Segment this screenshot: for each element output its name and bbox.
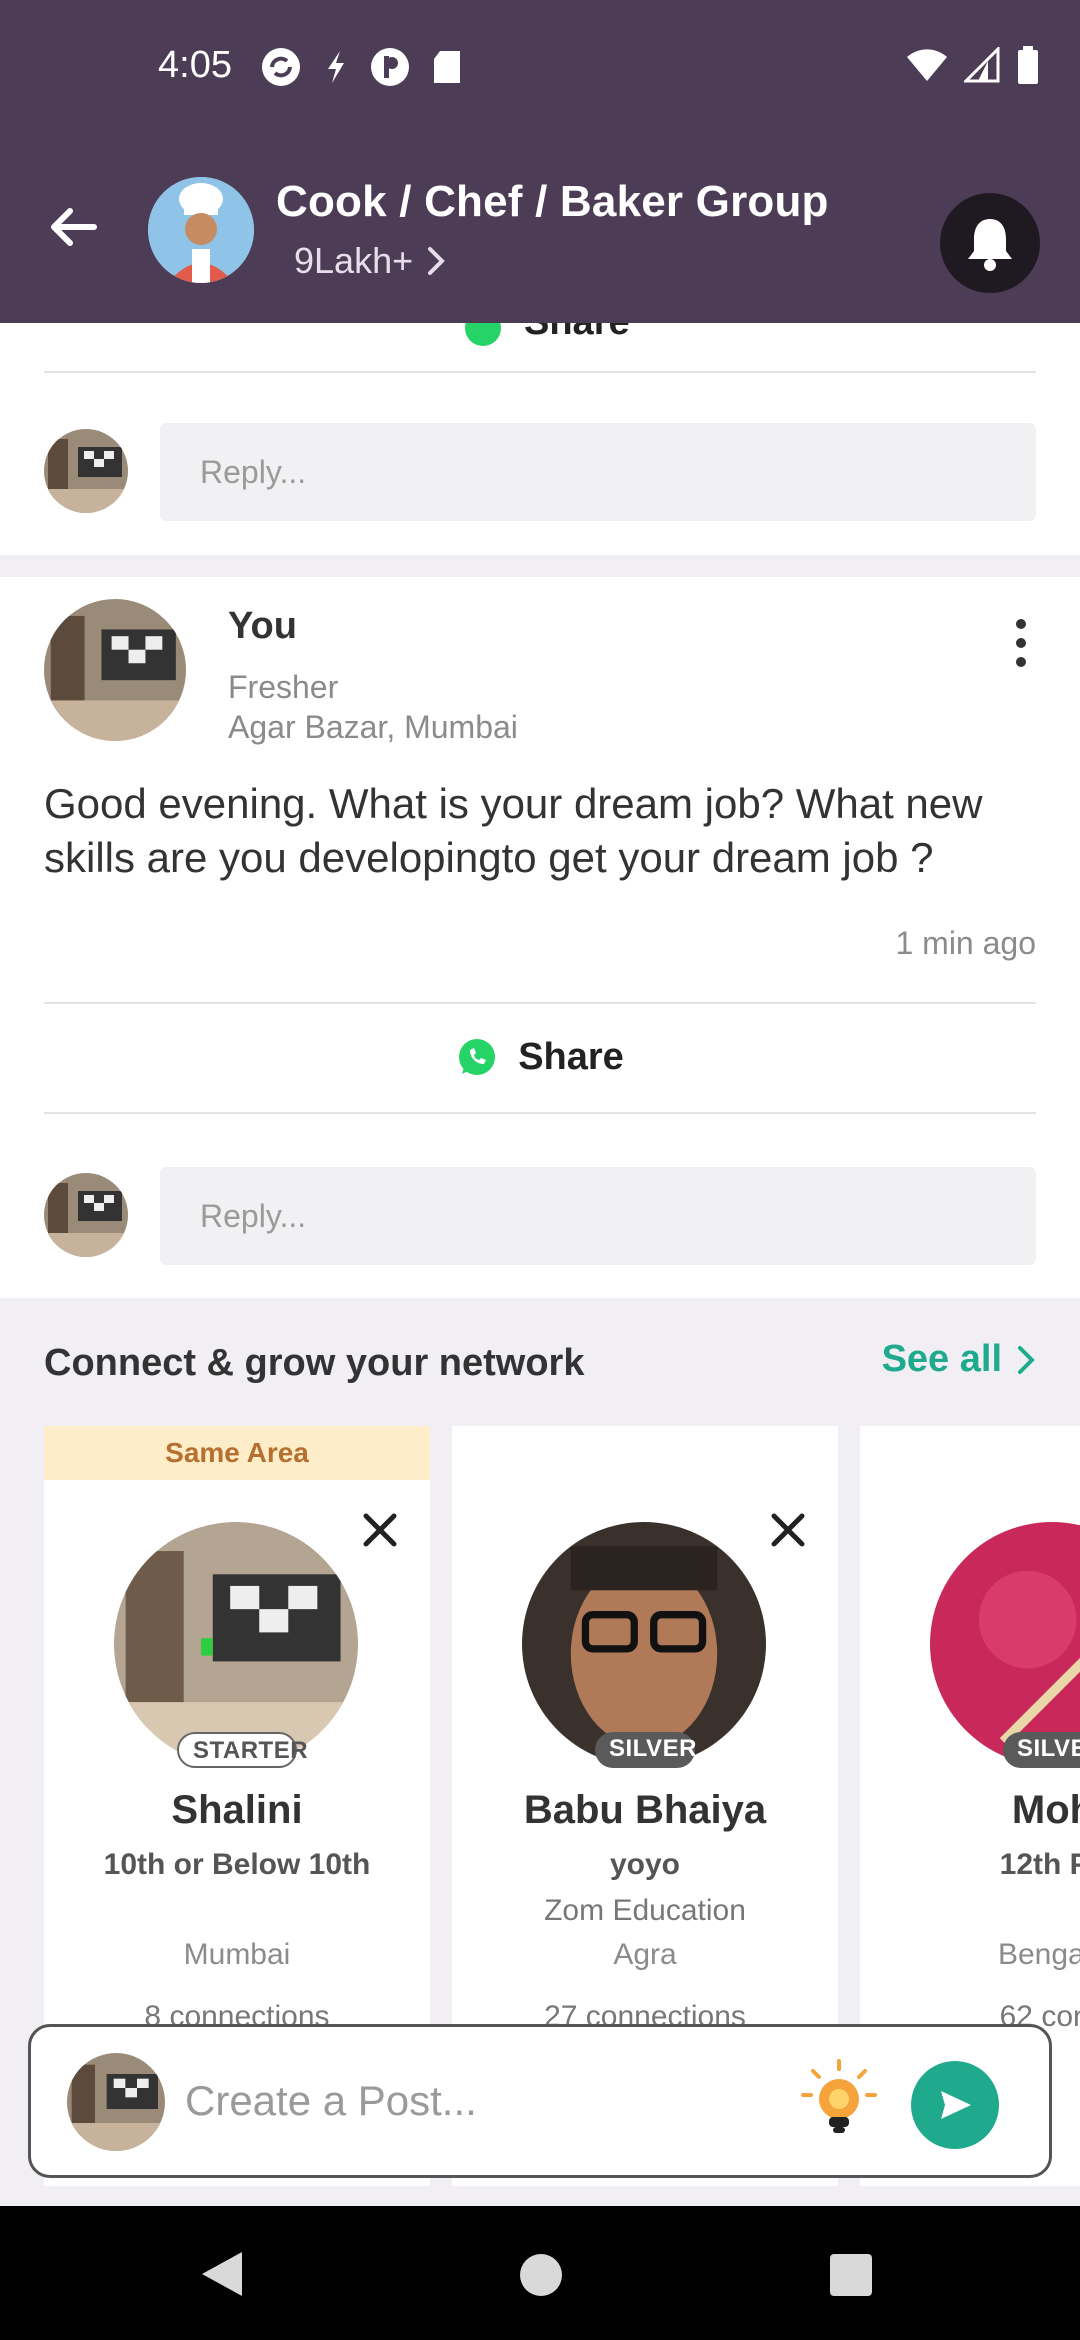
wifi-icon <box>907 49 947 81</box>
suggestion-name: Shalini <box>171 1788 303 1832</box>
suggestion-name: Moh <box>1011 1788 1080 1832</box>
silver-badge: SILVER <box>1003 1732 1080 1768</box>
lightbulb-icon[interactable] <box>791 2053 887 2149</box>
back-arrow-icon[interactable] <box>44 197 104 257</box>
room-avatar-icon <box>44 429 128 513</box>
silver-badge: SILVER <box>595 1732 696 1768</box>
suggestion-organization: Zom Education <box>544 1894 746 1927</box>
suggestion-avatar[interactable] <box>522 1522 766 1766</box>
create-post-input[interactable] <box>185 2061 785 2141</box>
network-title: Connect & grow your network <box>44 1342 585 1384</box>
chevron-right-icon <box>428 247 445 275</box>
suggestion-avatar[interactable] <box>114 1522 358 1766</box>
send-button[interactable] <box>911 2061 999 2149</box>
post-timestamp: 1 min ago <box>895 925 1036 961</box>
post-separator <box>0 555 1080 577</box>
post-card: You Fresher Agar Bazar, Mumbai Good even… <box>0 577 1080 1297</box>
previous-share-button[interactable]: Share <box>0 323 1080 373</box>
reply-input[interactable] <box>160 1167 1036 1265</box>
chef-avatar-icon <box>148 177 254 283</box>
bell-icon <box>968 219 1012 271</box>
see-all-label: See all <box>881 1338 1002 1380</box>
suggestion-city: Mumbai <box>183 1938 291 1971</box>
share-button[interactable]: Share <box>0 1002 1080 1112</box>
divider <box>44 1112 1036 1114</box>
sd-card-icon <box>434 51 460 83</box>
suggestion-education: yoyo <box>609 1848 681 1881</box>
post-text: Good evening. What is your dream job? Wh… <box>44 780 983 881</box>
close-icon[interactable] <box>768 1510 808 1550</box>
previous-reply-row <box>0 423 1080 523</box>
nav-back-icon[interactable] <box>196 2248 248 2300</box>
suggestion-education: 10th or Below 10th <box>103 1848 371 1881</box>
group-avatar[interactable] <box>148 177 254 283</box>
room-avatar-icon <box>114 1522 358 1766</box>
suggestion-education: 12th Pa <box>999 1848 1080 1881</box>
member-count: 9Lakh+ <box>294 240 414 281</box>
notification-bell-button[interactable] <box>940 193 1040 293</box>
fabric-avatar-icon <box>930 1522 1080 1766</box>
room-avatar-icon <box>67 2053 165 2151</box>
signal-icon <box>964 47 1000 83</box>
starter-badge: STARTER <box>177 1732 308 1768</box>
divider <box>44 371 1036 373</box>
reply-avatar <box>44 429 128 513</box>
whatsapp-icon <box>465 323 501 346</box>
same-area-tag: Same Area <box>44 1426 430 1480</box>
app-p-icon <box>371 48 409 86</box>
status-system-icons <box>906 46 1040 84</box>
nav-recents-icon[interactable] <box>830 2254 872 2296</box>
whatsapp-icon <box>459 1039 496 1075</box>
reply-avatar <box>44 1173 128 1257</box>
room-avatar-icon <box>44 1173 128 1257</box>
previous-share-label: Share <box>524 323 630 344</box>
suggestion-city: Agra <box>613 1938 677 1971</box>
bolt-icon <box>328 51 344 83</box>
post-author-role: Fresher <box>228 669 339 705</box>
post-author-location: Agar Bazar, Mumbai <box>228 709 518 745</box>
status-notification-icons <box>260 46 462 88</box>
share-label: Share <box>518 1035 624 1078</box>
person-avatar-icon <box>522 1522 766 1766</box>
chevron-right-icon <box>1018 1345 1035 1374</box>
suggestion-avatar[interactable] <box>930 1522 1080 1766</box>
system-nav-bar <box>0 2206 1080 2340</box>
reply-input[interactable] <box>160 423 1036 521</box>
suggestion-city: Bengalu <box>997 1938 1080 1971</box>
room-avatar-icon <box>44 599 186 741</box>
close-icon[interactable] <box>360 1510 400 1550</box>
battery-icon <box>1018 46 1038 84</box>
group-title[interactable]: Cook / Chef / Baker Group <box>276 177 829 227</box>
more-options-icon[interactable] <box>1006 613 1036 673</box>
status-time: 4:05 <box>158 44 232 86</box>
post-author-name[interactable]: You <box>228 605 297 648</box>
reply-row <box>0 1167 1080 1267</box>
sync-icon <box>262 48 300 86</box>
nav-home-icon[interactable] <box>520 2254 562 2296</box>
post-author-avatar[interactable] <box>44 599 186 741</box>
group-header: Cook / Chef / Baker Group 9Lakh+ <box>0 135 1080 323</box>
create-post-bar[interactable] <box>28 2024 1052 2178</box>
composer-avatar <box>67 2053 165 2151</box>
status-bar: 4:05 <box>0 0 1080 135</box>
suggestion-name: Babu Bhaiya <box>523 1788 767 1832</box>
member-count-link[interactable]: 9Lakh+ <box>294 240 445 282</box>
see-all-link[interactable]: See all <box>882 1338 1036 1381</box>
send-icon <box>941 2091 971 2119</box>
